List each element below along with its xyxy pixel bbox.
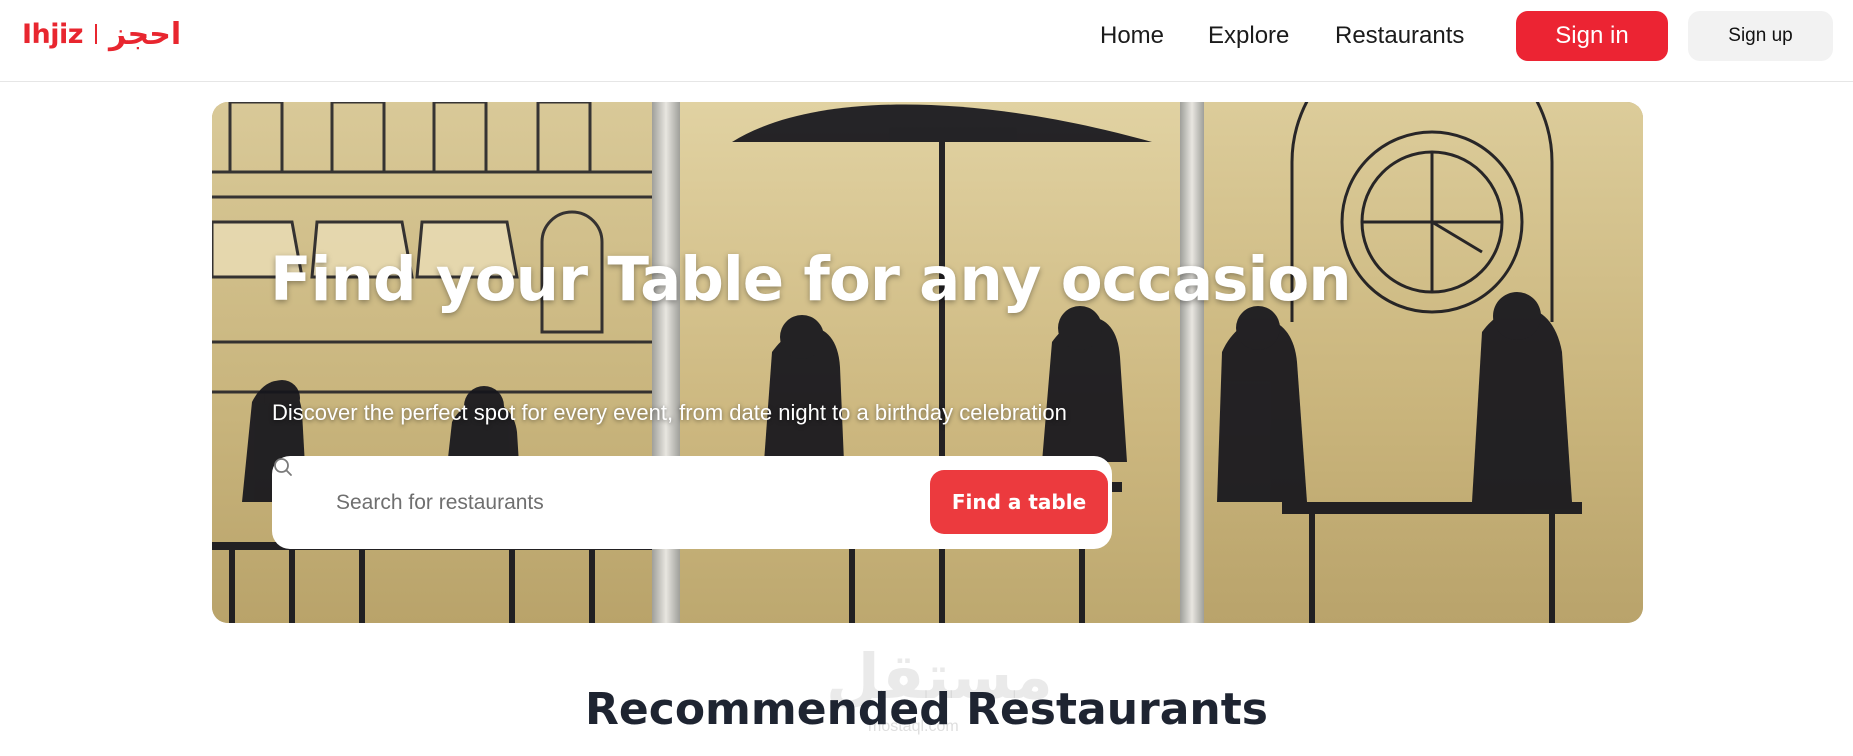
find-table-button[interactable]: Find a table [930, 470, 1108, 534]
sign-in-button[interactable]: Sign in [1516, 11, 1668, 61]
search-icon [274, 458, 292, 476]
search-input[interactable] [336, 482, 896, 524]
nav-home-link[interactable]: Home [1100, 18, 1164, 54]
hero-banner: Find your Table for any occasion Discove… [212, 102, 1643, 623]
logo-arabic-text: احجز [109, 16, 182, 52]
hero-title: Find your Table for any occasion [270, 244, 1352, 315]
brand-logo[interactable]: Ihjiz احجز [22, 14, 181, 54]
hero-subtitle: Discover the perfect spot for every even… [272, 400, 1067, 425]
nav-explore-link[interactable]: Explore [1208, 18, 1289, 54]
nav-restaurants-link[interactable]: Restaurants [1335, 18, 1464, 54]
logo-latin-text: Ihjiz [22, 18, 84, 50]
logo-divider [95, 24, 97, 44]
search-bar: Find a table [272, 456, 1112, 549]
sign-up-button[interactable]: Sign up [1688, 11, 1833, 61]
site-header: Ihjiz احجز Home Explore Restaurants Sign… [0, 0, 1853, 82]
recommended-restaurants-heading: Recommended Restaurants [585, 684, 1268, 735]
